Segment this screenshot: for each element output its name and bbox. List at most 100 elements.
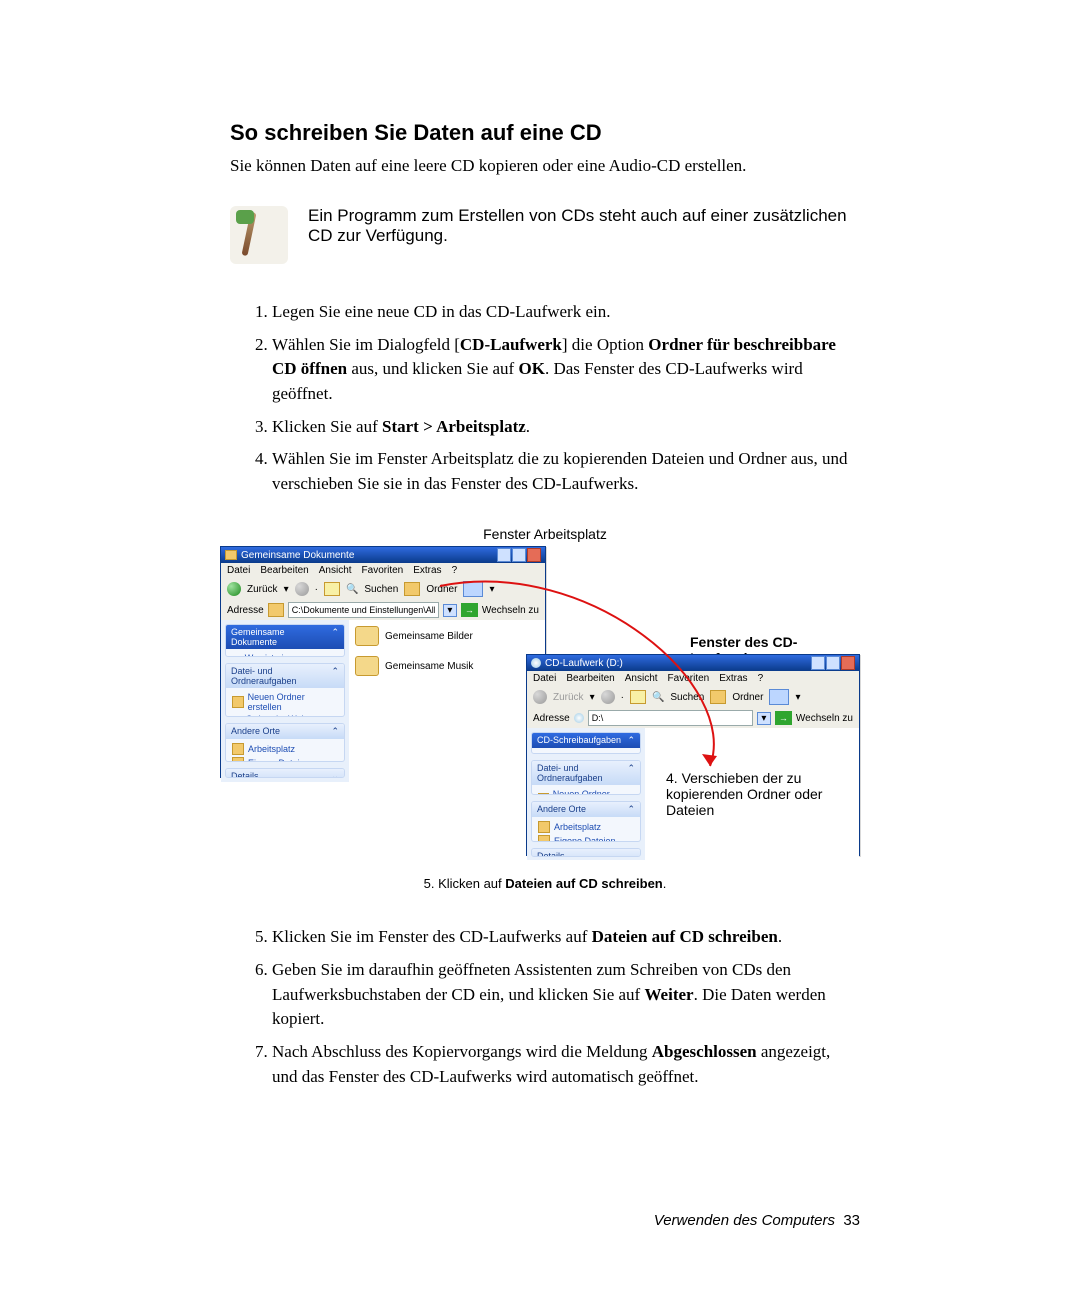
task-header[interactable]: Andere Orte⌃: [532, 802, 640, 817]
close-button[interactable]: [527, 548, 541, 562]
window-controls: [497, 548, 541, 562]
task-pane: CD-Schreibaufgaben⌃ Dateien auf CD schre…: [527, 728, 645, 860]
menu-item[interactable]: Bearbeiten: [260, 565, 308, 576]
go-button[interactable]: →: [461, 603, 478, 617]
menu-item[interactable]: ?: [758, 673, 764, 684]
task-header[interactable]: Details⌄: [532, 849, 640, 857]
task-link[interactable]: Ordner im Web veröffentlichen: [232, 713, 338, 717]
go-button[interactable]: →: [775, 711, 792, 725]
cd-icon: [531, 658, 541, 668]
steps-list-2: Klicken Sie im Fenster des CD-Laufwerks …: [230, 925, 860, 1089]
toolbar: Zurück ▾ · 🔍Suchen Ordner ▾: [527, 686, 859, 708]
forward-icon[interactable]: [295, 582, 309, 596]
step-3: Klicken Sie auf Start > Arbeitsplatz.: [272, 415, 860, 440]
task-link[interactable]: Arbeitsplatz: [232, 742, 338, 756]
address-input[interactable]: [588, 710, 753, 726]
menu-item[interactable]: ?: [452, 565, 458, 576]
search-button[interactable]: Suchen: [670, 692, 704, 703]
task-header[interactable]: Datei- und Ordneraufgaben⌃: [226, 664, 344, 688]
folder-icon: [355, 656, 379, 676]
chevron-down-icon: ⌄: [331, 771, 339, 779]
back-icon[interactable]: [227, 582, 241, 596]
chevron-icon: ⌃: [627, 804, 635, 815]
task-block: Details⌄: [225, 768, 345, 779]
back-label[interactable]: Zurück: [247, 584, 278, 595]
task-header[interactable]: CD-Schreibaufgaben⌃: [532, 733, 640, 748]
window-title: Gemeinsame Dokumente: [241, 550, 354, 561]
folder-icon: [268, 603, 284, 617]
menu-item[interactable]: Bearbeiten: [566, 673, 614, 684]
step-6: Geben Sie im daraufhin geöffneten Assist…: [272, 958, 860, 1032]
folders-button[interactable]: Ordner: [426, 584, 457, 595]
section-heading: So schreiben Sie Daten auf eine CD: [230, 120, 860, 146]
menu-item[interactable]: Ansicht: [319, 565, 352, 576]
menu-item[interactable]: Favoriten: [362, 565, 404, 576]
maximize-button[interactable]: [826, 656, 840, 670]
menubar: Datei Bearbeiten Ansicht Favoriten Extra…: [221, 563, 545, 578]
menubar: Datei Bearbeiten Ansicht Favoriten Extra…: [527, 671, 859, 686]
window-controls: [811, 656, 855, 670]
task-block: CD-Schreibaufgaben⌃ Dateien auf CD schre…: [531, 732, 641, 753]
task-header[interactable]: Gemeinsame Dokumente⌃: [226, 625, 344, 649]
up-icon[interactable]: [630, 690, 646, 704]
views-button[interactable]: [463, 581, 483, 597]
back-icon[interactable]: [533, 690, 547, 704]
go-label[interactable]: Wechseln zu: [796, 713, 853, 724]
pencil-note-icon: [230, 206, 288, 264]
cd-icon: [574, 713, 584, 723]
go-label[interactable]: Wechseln zu: [482, 605, 539, 616]
task-header[interactable]: Andere Orte⌃: [226, 724, 344, 739]
menu-item[interactable]: Ansicht: [625, 673, 658, 684]
menu-item[interactable]: Datei: [533, 673, 556, 684]
task-link[interactable]: Eigene Dateien: [538, 834, 634, 841]
step-4: Wählen Sie im Fenster Arbeitsplatz die z…: [272, 447, 860, 496]
figure-label-1: Fenster Arbeitsplatz: [230, 526, 860, 542]
task-pane: Gemeinsame Dokumente⌃ Was ist ein freige…: [221, 620, 349, 782]
search-button[interactable]: Suchen: [364, 584, 398, 595]
chevron-down-icon: ⌄: [627, 851, 635, 857]
task-block: Andere Orte⌃ Arbeitsplatz Eigene Dateien…: [225, 723, 345, 762]
task-link[interactable]: Neuen Ordner erstellen: [538, 788, 634, 795]
folders-button[interactable]: Ordner: [732, 692, 763, 703]
address-dropdown[interactable]: ▾: [443, 604, 457, 617]
menu-item[interactable]: Extras: [413, 565, 441, 576]
close-button[interactable]: [841, 656, 855, 670]
folder-icon: [225, 550, 237, 560]
steps-list-1: Legen Sie eine neue CD in das CD-Laufwer…: [230, 300, 860, 496]
folder-item[interactable]: Gemeinsame Musik: [355, 656, 539, 676]
address-dropdown[interactable]: ▾: [757, 712, 771, 725]
folders-icon[interactable]: [710, 690, 726, 704]
folder-item[interactable]: Gemeinsame Bilder: [355, 626, 539, 646]
step-7: Nach Abschluss des Kopiervorgangs wird d…: [272, 1040, 860, 1089]
intro-text: Sie können Daten auf eine leere CD kopie…: [230, 156, 860, 176]
task-link-write-cd[interactable]: Dateien auf CD schreiben: [538, 751, 634, 753]
minimize-button[interactable]: [497, 548, 511, 562]
menu-item[interactable]: Datei: [227, 565, 250, 576]
task-header[interactable]: Datei- und Ordneraufgaben⌃: [532, 761, 640, 785]
step-2: Wählen Sie im Dialogfeld [CD-Laufwerk] d…: [272, 333, 860, 407]
task-header[interactable]: Details⌄: [226, 769, 344, 779]
address-label: Adresse: [533, 713, 570, 724]
back-label[interactable]: Zurück: [553, 692, 584, 703]
titlebar: CD-Laufwerk (D:): [527, 655, 859, 671]
views-button[interactable]: [769, 689, 789, 705]
chevron-icon: ⌃: [331, 627, 339, 647]
task-block: Datei- und Ordneraufgaben⌃ Neuen Ordner …: [531, 760, 641, 795]
screenshot-group: Gemeinsame Dokumente Datei Bearbeiten An…: [230, 546, 860, 866]
task-link[interactable]: Was ist ein freigegebener Ordner?: [232, 652, 338, 657]
minimize-button[interactable]: [811, 656, 825, 670]
folders-icon[interactable]: [404, 582, 420, 596]
up-icon[interactable]: [324, 582, 340, 596]
chevron-icon: ⌃: [331, 726, 339, 737]
task-link[interactable]: Neuen Ordner erstellen: [232, 691, 338, 713]
task-link[interactable]: Eigene Dateien: [232, 756, 338, 762]
task-link[interactable]: Arbeitsplatz: [538, 820, 634, 834]
menu-item[interactable]: Favoriten: [668, 673, 710, 684]
maximize-button[interactable]: [512, 548, 526, 562]
toolbar: Zurück ▾ · 🔍Suchen Ordner ▾: [221, 578, 545, 600]
forward-icon[interactable]: [601, 690, 615, 704]
note-text: Ein Programm zum Erstellen von CDs steht…: [308, 206, 860, 264]
content-pane: Gemeinsame Bilder Gemeinsame Musik: [349, 620, 545, 782]
menu-item[interactable]: Extras: [719, 673, 747, 684]
address-input[interactable]: [288, 602, 439, 618]
